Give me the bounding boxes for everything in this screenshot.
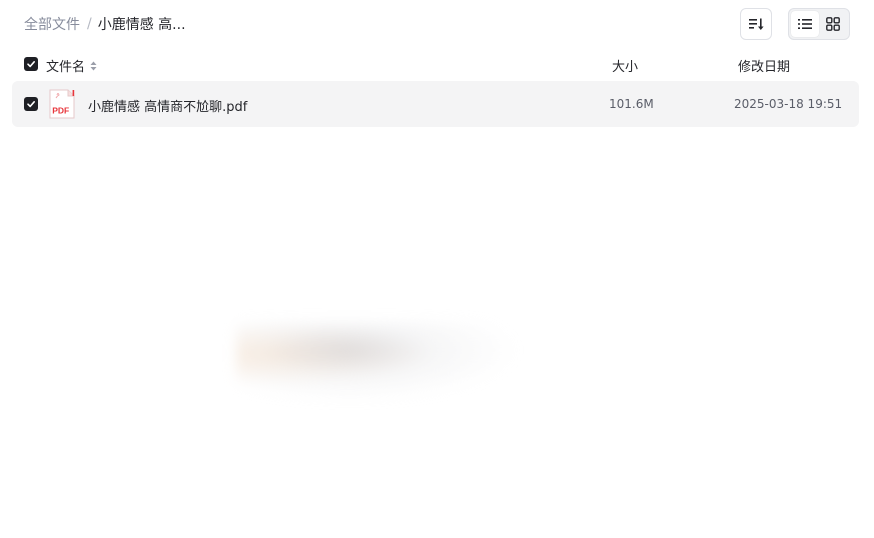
table-row[interactable]: PDF 小鹿情感 高情商不尬聊.pdf 101.6M 2025-03-18 19… bbox=[12, 81, 859, 127]
breadcrumb-current: 小鹿情感 高... bbox=[97, 17, 186, 33]
file-modified-date: 2025-03-18 19:51 bbox=[734, 97, 843, 111]
list-view-icon bbox=[798, 19, 812, 29]
pdf-icon-label: PDF bbox=[52, 106, 69, 116]
checkmark-icon bbox=[27, 61, 35, 68]
file-name-link[interactable]: 小鹿情感 高情商不尬聊.pdf bbox=[88, 96, 247, 115]
breadcrumb-separator: / bbox=[87, 16, 92, 32]
file-size: 101.6M bbox=[609, 97, 654, 111]
row-checkbox[interactable] bbox=[24, 97, 38, 111]
grid-view-button[interactable] bbox=[819, 11, 847, 37]
pdf-file-icon: PDF bbox=[49, 89, 75, 119]
sort-button[interactable] bbox=[740, 8, 772, 40]
checkmark-icon bbox=[27, 101, 35, 108]
view-toggle bbox=[788, 8, 850, 40]
select-all-checkbox[interactable] bbox=[24, 57, 38, 71]
breadcrumb: 全部文件 / 小鹿情感 高... bbox=[24, 14, 186, 34]
column-header-name[interactable]: 文件名 bbox=[46, 56, 97, 75]
column-header-modified[interactable]: 修改日期 bbox=[738, 56, 790, 75]
blurred-artifact bbox=[236, 322, 520, 402]
sort-caret-icon bbox=[90, 61, 97, 71]
breadcrumb-root-link[interactable]: 全部文件 bbox=[24, 14, 80, 34]
column-header-size[interactable]: 大小 bbox=[612, 56, 638, 75]
list-view-button[interactable] bbox=[791, 11, 819, 37]
file-browser: 全部文件 / 小鹿情感 高... 文件名 大小 修改日期 PDF 小鹿情感 高情… bbox=[0, 0, 874, 538]
sort-lines-icon bbox=[749, 18, 764, 30]
table-header: 文件名 大小 修改日期 bbox=[12, 50, 859, 78]
grid-view-icon bbox=[826, 17, 840, 31]
column-header-name-label: 文件名 bbox=[46, 60, 86, 75]
